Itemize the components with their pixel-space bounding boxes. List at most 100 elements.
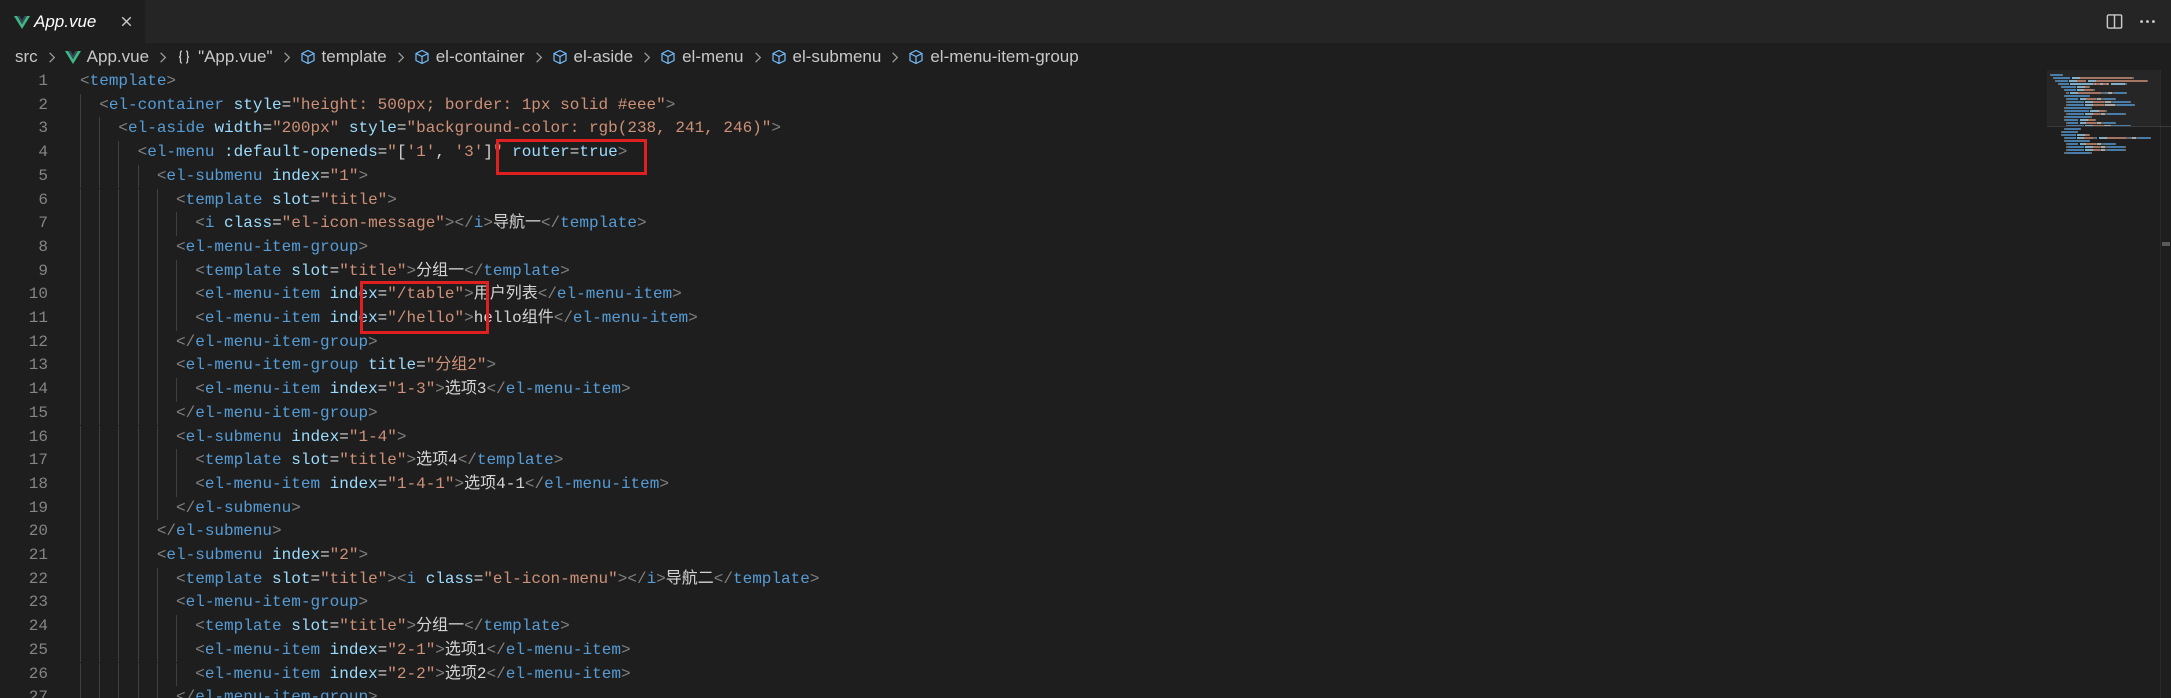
code-text: <el-aside width="200px" style="backgroun… — [80, 117, 781, 141]
minimap-token — [2093, 104, 2104, 106]
code-token-punct: > — [368, 332, 378, 351]
code-token-text: = — [377, 664, 388, 683]
code-line[interactable]: 3 <el-aside width="200px" style="backgro… — [0, 117, 2047, 142]
code-line[interactable]: 8 <el-menu-item-group> — [0, 235, 2047, 260]
minimap-line — [2050, 86, 2091, 88]
minimap-token — [2090, 116, 2092, 118]
code-line[interactable]: 19 </el-submenu> — [0, 496, 2047, 521]
code-line[interactable]: 16 <el-submenu index="1-4"> — [0, 425, 2047, 450]
minimap-line — [2050, 119, 2096, 121]
code-token-punct: > — [672, 285, 682, 304]
split-editor-icon[interactable] — [2105, 12, 2124, 31]
tab-app-vue[interactable]: App.vue — [0, 0, 145, 43]
code-token-punct: > — [809, 569, 820, 588]
code-line[interactable]: 10 <el-menu-item index="/table">用户列表</el… — [0, 283, 2047, 307]
code-token-indent — [80, 380, 195, 398]
more-actions-icon[interactable] — [2138, 12, 2157, 31]
line-number: 9 — [38, 261, 48, 280]
breadcrumb-item[interactable]: src — [15, 47, 38, 67]
code-token-tag: el-menu-item-group — [195, 332, 369, 351]
code-line[interactable]: 15 </el-menu-item-group> — [0, 401, 2047, 426]
code-line[interactable]: 27 </el-menu-item-group> — [0, 686, 2047, 698]
breadcrumb-item[interactable]: el-submenu — [771, 47, 881, 67]
code-text: </el-submenu> — [80, 497, 301, 521]
code-line[interactable]: 13 <el-menu-item-group title="分组2"> — [0, 354, 2047, 379]
code-token-punct: > — [435, 640, 445, 659]
minimap-token — [2064, 137, 2076, 139]
chevron-right-icon — [155, 50, 170, 65]
breadcrumb-item[interactable]: el-container — [414, 47, 525, 67]
code-line[interactable]: 9 <template slot="title">分组一</template> — [0, 259, 2047, 284]
minimap-token — [2067, 104, 2084, 106]
code-token-str: '3' — [454, 143, 484, 162]
element-icon — [908, 49, 924, 65]
minimap[interactable] — [2047, 70, 2160, 698]
breadcrumb-item[interactable]: template — [300, 47, 387, 67]
minimap-token — [2089, 134, 2091, 136]
code-token-str: "1-4-1" — [387, 474, 455, 493]
code-text: <el-menu-item index="1-3">选项3</el-menu-i… — [80, 378, 630, 402]
code-token-indent — [80, 309, 195, 327]
minimap-token — [2050, 83, 2058, 85]
code-token-attr: index — [329, 380, 378, 399]
code-line[interactable]: 12 </el-menu-item-group> — [0, 330, 2047, 355]
line-number: 24 — [28, 617, 48, 636]
code-line[interactable]: 18 <el-menu-item index="1-4-1">选项4-1</el… — [0, 472, 2047, 497]
code-token-str: "background-color: rgb(238, 241, 246)" — [406, 119, 772, 138]
minimap-line — [2050, 101, 2131, 103]
breadcrumb-item[interactable]: el-menu — [660, 47, 744, 67]
minimap-token — [2124, 149, 2126, 151]
code-token-punct: </ — [486, 380, 506, 399]
code-token-punct: > — [560, 261, 570, 280]
code-token-tag: el-menu-item — [204, 474, 321, 493]
code-line[interactable]: 14 <el-menu-item index="1-3">选项3</el-men… — [0, 378, 2047, 402]
code-line[interactable]: 11 <el-menu-item index="/hello">hello组件<… — [0, 307, 2047, 331]
minimap-token — [2114, 122, 2117, 124]
code-token-str: "title" — [320, 190, 388, 209]
code-line[interactable]: 2 <el-container style="height: 500px; bo… — [0, 93, 2047, 118]
code-line[interactable]: 24 <template slot="title">分组一</template> — [0, 615, 2047, 639]
code-line[interactable]: 6 <template slot="title"> — [0, 188, 2047, 213]
code-token-attr: index — [329, 474, 378, 493]
element-icon — [300, 49, 316, 65]
code-line[interactable]: 25 <el-menu-item index="2-1">选项1</el-men… — [0, 638, 2047, 663]
code-line[interactable]: 5 <el-submenu index="1"> — [0, 164, 2047, 189]
code-line[interactable]: 23 <el-menu-item-group> — [0, 591, 2047, 616]
code-token-punct: > — [659, 474, 669, 493]
code-token-tag: el-menu-item-group — [185, 237, 359, 256]
minimap-token — [2070, 92, 2077, 94]
minimap-token — [2087, 119, 2095, 121]
code-line[interactable]: 4 <el-menu :default-openeds="['1', '3']"… — [0, 141, 2047, 165]
breadcrumb-item[interactable]: "App.vue" — [176, 47, 273, 67]
code-line[interactable]: 7 <i class="el-icon-message"></i>导航一</te… — [0, 212, 2047, 236]
code-editor[interactable]: 1 <template> 2 <el-container style="height… — [0, 70, 2047, 698]
minimap-token — [2050, 101, 2066, 103]
code-line[interactable]: 20 </el-submenu> — [0, 520, 2047, 544]
code-token-punct: > — [368, 403, 378, 422]
close-icon[interactable] — [118, 13, 135, 30]
minimap-token — [2107, 149, 2125, 151]
breadcrumb-item[interactable]: el-aside — [552, 47, 633, 67]
code-line[interactable]: 26 <el-menu-item index="2-2">选项2</el-men… — [0, 662, 2047, 687]
code-line[interactable]: 22 <template slot="title"><i class="el-i… — [0, 567, 2047, 592]
breadcrumb-item[interactable]: App.vue — [64, 47, 149, 67]
code-token-punct: < — [156, 166, 167, 185]
code-line[interactable]: 17 <template slot="title">选项4</template> — [0, 449, 2047, 473]
code-token-punct: </ — [713, 569, 733, 588]
code-text: <el-submenu index="1-4"> — [80, 426, 406, 450]
breadcrumb-item[interactable]: el-menu-item-group — [908, 47, 1079, 67]
code-line[interactable]: 1 <template> — [0, 70, 2047, 94]
minimap-token — [2125, 83, 2127, 85]
minimap-line — [2050, 110, 2107, 112]
code-token-punct: </ — [464, 617, 484, 636]
minimap-line — [2050, 80, 2149, 82]
code-line[interactable]: 21 <el-submenu index="2"> — [0, 544, 2047, 568]
minimap-token — [2094, 119, 2096, 121]
chevron-right-icon — [887, 50, 902, 65]
vertical-scrollbar[interactable] — [2160, 70, 2171, 698]
code-token-attr: index — [291, 427, 340, 446]
